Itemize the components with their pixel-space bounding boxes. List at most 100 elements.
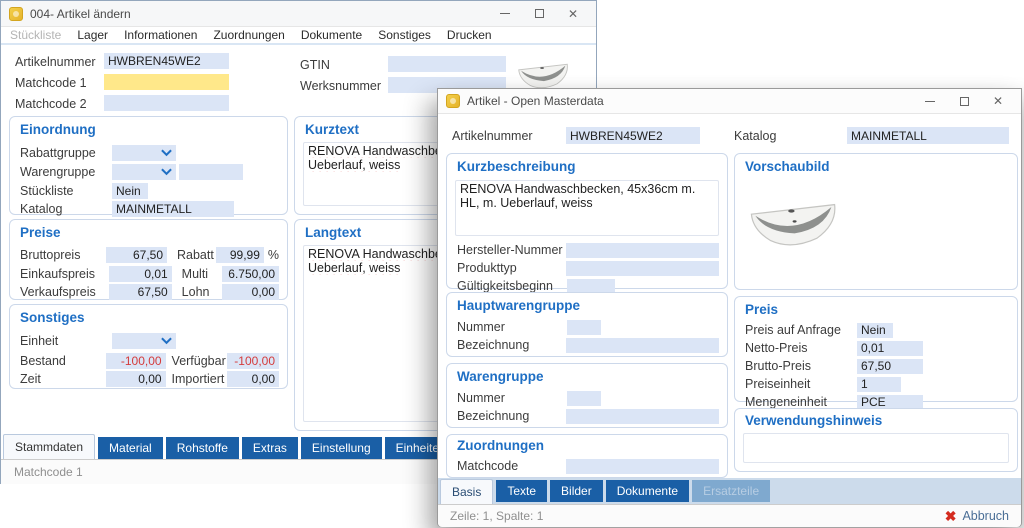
tab-ersatzteile: Ersatzteile	[692, 480, 770, 502]
mengeneinheit-label: Mengeneinheit	[745, 395, 857, 409]
panel-title: Sonstiges	[20, 310, 85, 325]
panel-warengruppe: Warengruppe Nummer Bezeichnung	[446, 363, 728, 428]
warengruppe-text-field[interactable]	[179, 164, 243, 180]
menu-drucken[interactable]: Drucken	[447, 28, 492, 42]
close-icon: ✕	[568, 7, 578, 21]
hersteller-nummer-label: Hersteller-Nummer	[457, 243, 566, 257]
warengruppe-label: Warengruppe	[20, 165, 112, 179]
status-bar: Zeile: 1, Spalte: 1 ✖ Abbruch	[438, 504, 1021, 527]
artikelnummer-label: Artikelnummer	[15, 55, 96, 69]
warengruppe-nummer-field[interactable]	[567, 391, 601, 406]
tab-stammdaten[interactable]: Stammdaten	[3, 434, 95, 459]
minimize-icon	[500, 13, 510, 14]
menu-sonstiges[interactable]: Sonstiges	[378, 28, 431, 42]
kurzbeschreibung-text: RENOVA Handwaschbecken, 45x36cm m. HL, m…	[460, 182, 695, 210]
artikelnummer-field[interactable]: HWBREN45WE2	[104, 53, 229, 69]
rabatt-field[interactable]: 99,99	[216, 247, 263, 263]
bestand-field: -100,00	[106, 353, 166, 369]
tab-basis[interactable]: Basis	[440, 479, 493, 504]
bezeichnung-label: Bezeichnung	[457, 338, 566, 352]
hauptwarengruppe-nummer-field[interactable]	[567, 320, 601, 335]
panel-title: Hauptwarengruppe	[457, 298, 580, 313]
close-button[interactable]: ✕	[556, 4, 590, 24]
panel-vorschaubild: Vorschaubild	[734, 153, 1018, 290]
tab-einstellung[interactable]: Einstellung	[301, 437, 382, 459]
close-button[interactable]: ✕	[981, 91, 1015, 111]
zeit-label: Zeit	[20, 372, 106, 386]
matchcode1-label: Matchcode 1	[15, 76, 87, 90]
product-preview-image	[745, 188, 841, 258]
importiert-field: 0,00	[227, 371, 279, 387]
brutto-preis-label: Brutto-Preis	[745, 359, 857, 373]
menu-dokumente[interactable]: Dokumente	[301, 28, 362, 42]
panel-title: Vorschaubild	[745, 159, 830, 174]
verkaufspreis-field[interactable]: 67,50	[109, 284, 171, 300]
maximize-button[interactable]	[522, 4, 556, 24]
panel-title: Kurztext	[305, 122, 359, 137]
tab-texte[interactable]: Texte	[496, 480, 547, 502]
abbruch-button[interactable]: ✖ Abbruch	[945, 508, 1009, 525]
panel-title: Langtext	[305, 225, 361, 240]
bestand-label: Bestand	[20, 354, 106, 368]
app-icon	[9, 7, 23, 21]
window-title: Artikel - Open Masterdata	[467, 94, 604, 108]
bruttopreis-label: Bruttopreis	[20, 248, 106, 262]
chevron-down-icon	[161, 168, 172, 176]
zeit-field[interactable]: 0,00	[106, 371, 166, 387]
artikelnummer-field[interactable]: HWBREN45WE2	[566, 127, 700, 144]
minimize-button[interactable]	[488, 4, 522, 24]
tab-bilder[interactable]: Bilder	[550, 480, 603, 502]
tab-dokumente[interactable]: Dokumente	[606, 480, 689, 502]
panel-verwendungshinweis: Verwendungshinweis	[734, 408, 1018, 472]
menu-lager[interactable]: Lager	[77, 28, 108, 42]
verwendungshinweis-textarea[interactable]	[743, 433, 1009, 463]
matchcode2-field[interactable]	[104, 95, 229, 111]
titlebar[interactable]: 004- Artikel ändern ✕	[1, 1, 596, 27]
minimize-button[interactable]	[913, 91, 947, 111]
katalog-field[interactable]: MAINMETALL	[112, 201, 234, 217]
lohn-field[interactable]: 0,00	[222, 284, 279, 300]
bruttopreis-field[interactable]: 67,50	[106, 247, 167, 263]
tab-rohstoffe[interactable]: Rohstoffe	[166, 437, 239, 459]
matchcode1-field[interactable]	[104, 74, 229, 90]
warengruppe-dropdown[interactable]	[112, 164, 176, 180]
multi-label: Multi	[182, 267, 223, 281]
produkttyp-field[interactable]	[566, 261, 719, 276]
brutto-preis-field[interactable]: 67,50	[857, 359, 923, 374]
verkaufspreis-label: Verkaufspreis	[20, 285, 109, 299]
titlebar[interactable]: Artikel - Open Masterdata ✕	[438, 89, 1021, 114]
matchcode2-label: Matchcode 2	[15, 97, 87, 111]
multi-field[interactable]: 6.750,00	[222, 266, 279, 282]
stueckliste-field: Nein	[112, 183, 148, 199]
panel-preise: Preise Bruttopreis 67,50 Rabatt 99,99 % …	[9, 219, 288, 300]
preis-auf-anfrage-label: Preis auf Anfrage	[745, 323, 857, 337]
kurzbeschreibung-textarea[interactable]: RENOVA Handwaschbecken, 45x36cm m. HL, m…	[455, 180, 719, 236]
bottom-tabbar: Basis Texte Bilder Dokumente Ersatzteile	[438, 478, 1021, 504]
rabattgruppe-label: Rabattgruppe	[20, 146, 112, 160]
tab-extras[interactable]: Extras	[242, 437, 298, 459]
preiseinheit-field[interactable]: 1	[857, 377, 901, 392]
matchcode-field[interactable]	[566, 459, 719, 474]
rabattgruppe-dropdown[interactable]	[112, 145, 176, 161]
menu-informationen[interactable]: Informationen	[124, 28, 197, 42]
bezeichnung-label: Bezeichnung	[457, 409, 566, 423]
katalog-field[interactable]: MAINMETALL	[847, 127, 1009, 144]
lohn-label: Lohn	[182, 285, 223, 299]
werksnummer-label: Werksnummer	[300, 79, 381, 93]
einkaufspreis-field[interactable]: 0,01	[109, 266, 171, 282]
gtin-field[interactable]	[388, 56, 506, 72]
menu-zuordnungen[interactable]: Zuordnungen	[213, 28, 284, 42]
warengruppe-bezeichnung-field[interactable]	[566, 409, 719, 424]
panel-zuordnungen: Zuordnungen Matchcode	[446, 434, 728, 478]
maximize-button[interactable]	[947, 91, 981, 111]
gueltigkeitsbeginn-label: Gültigkeitsbeginn	[457, 279, 567, 293]
einheit-dropdown[interactable]	[112, 333, 176, 349]
artikelnummer-label: Artikelnummer	[452, 129, 533, 143]
panel-title: Zuordnungen	[457, 438, 544, 453]
panel-title: Einordnung	[20, 122, 96, 137]
hersteller-nummer-field[interactable]	[566, 243, 719, 258]
panel-kurzbeschreibung: Kurzbeschreibung RENOVA Handwaschbecken,…	[446, 153, 728, 289]
netto-preis-field[interactable]: 0,01	[857, 341, 923, 356]
tab-material[interactable]: Material	[98, 437, 163, 459]
hauptwarengruppe-bezeichnung-field[interactable]	[566, 338, 719, 353]
